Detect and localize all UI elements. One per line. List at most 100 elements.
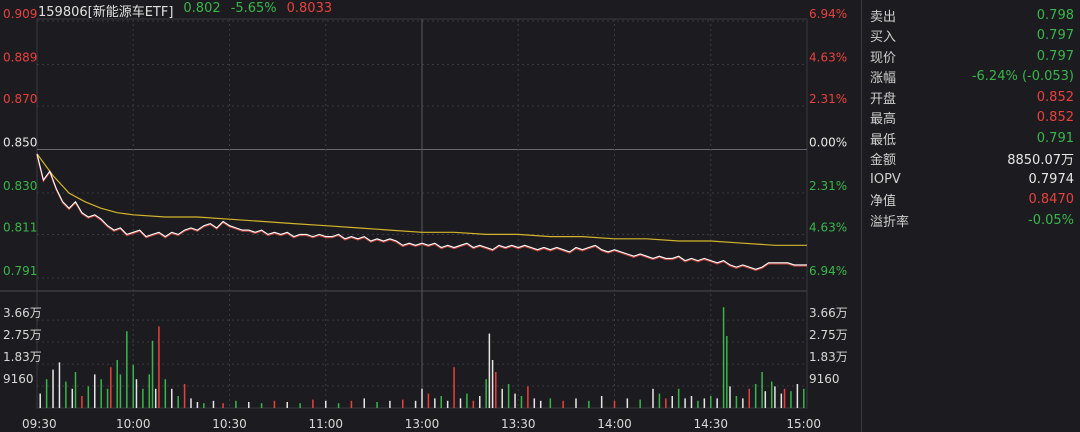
volume-bar	[286, 402, 288, 408]
chart-canvas[interactable]: 0.909 6.94% 0.889 4.63% 0.870 2.31% 0.850 0.00%…	[0, 0, 860, 432]
volume-bar	[459, 398, 462, 408]
time-tick-label: 09:30	[22, 417, 57, 431]
quote-row: 现价 0.797	[870, 46, 1074, 66]
volume-bar	[652, 388, 654, 408]
volume-bar	[154, 388, 157, 408]
intraday-chart[interactable]: 0.909 6.94% 0.889 4.63% 0.870 2.31% 0.850 0.00%…	[0, 0, 860, 432]
quote-label: IOPV	[870, 171, 901, 187]
volume-bar	[158, 326, 160, 408]
volume-bar	[600, 396, 603, 408]
quote-value: 0.791	[1036, 130, 1074, 146]
volume-bar	[58, 362, 61, 408]
quote-row: 最低 0.791	[870, 128, 1074, 148]
volume-bar	[697, 400, 699, 408]
volume-bar	[671, 396, 673, 408]
volume-tick-label-right: 2.75万	[809, 328, 848, 342]
volume-bar	[472, 400, 475, 408]
quote-value: 8850.07万	[1007, 153, 1074, 168]
pct-tick-label: 4.63%	[809, 51, 847, 65]
volume-bar	[735, 396, 738, 408]
time-tick-label: 10:30	[212, 417, 247, 431]
volume-bar	[45, 379, 48, 408]
quote-row: IOPV 0.7974	[870, 169, 1074, 189]
volume-bar	[222, 403, 224, 408]
volume-bar	[491, 360, 494, 408]
volume-bar	[81, 396, 83, 408]
quote-value: 0.8470	[1028, 192, 1075, 207]
volume-bar	[65, 381, 67, 408]
pct-tick-label: 2.31%	[809, 179, 847, 193]
volume-tick-label: 2.75万	[3, 328, 42, 342]
volume-bar	[135, 379, 138, 408]
volume-bar	[421, 388, 423, 408]
volume-bar	[588, 400, 590, 408]
quote-value: -6.24% (-0.053)	[971, 69, 1074, 84]
volume-bar	[796, 384, 799, 408]
volume-bar	[761, 372, 763, 408]
volume-bar	[389, 400, 391, 408]
price-tick-label: 0.909	[3, 7, 37, 21]
volume-bar	[507, 384, 510, 408]
volume-bar	[716, 398, 718, 408]
volume-bar	[148, 374, 151, 408]
volume-bar	[748, 388, 750, 408]
volume-bar	[434, 398, 436, 408]
quote-row: 溢折率 -0.05%	[870, 210, 1074, 230]
volume-tick-label-right: 9160	[809, 372, 840, 386]
time-tick-label: 11:00	[308, 417, 343, 431]
volume-bar	[562, 400, 564, 408]
volume-bar	[196, 402, 199, 408]
quote-row: 涨幅 -6.24% (-0.053)	[870, 67, 1074, 87]
volume-tick-label: 9160	[3, 372, 34, 386]
time-tick-label: 14:00	[597, 417, 632, 431]
volume-bar	[116, 360, 118, 408]
volume-bar	[533, 398, 536, 408]
volume-bar	[94, 374, 96, 408]
price-tick-label: 0.889	[3, 51, 37, 65]
volume-bar	[312, 399, 314, 408]
volume-bar	[710, 396, 712, 408]
volume-bar	[790, 391, 792, 408]
volume-bar	[726, 336, 728, 408]
volume-bar	[774, 386, 776, 408]
volume-bar	[260, 403, 263, 408]
header-price: 0.802	[183, 1, 221, 16]
volume-bar	[527, 386, 529, 408]
volume-bar	[613, 400, 616, 408]
price-tick-label: 0.791	[3, 264, 37, 278]
volume-tick-label-right: 3.66万	[809, 306, 848, 320]
quote-value: 0.797	[1036, 48, 1074, 64]
volume-bar	[780, 393, 783, 408]
volume-bar	[639, 399, 641, 408]
volume-bar	[39, 393, 41, 408]
quote-value: -0.05%	[1028, 212, 1074, 228]
volume-bar	[164, 379, 167, 408]
volume-bar	[729, 386, 731, 408]
quote-label: 最高	[870, 112, 897, 127]
quote-label: 开盘	[870, 91, 897, 107]
quote-row: 买入 0.797	[870, 26, 1074, 46]
volume-bar	[325, 400, 327, 408]
security-name: 159806[新能源车ETF]	[38, 5, 174, 20]
pct-tick-label: 2.31%	[809, 92, 847, 106]
pct-tick-label: 4.63%	[809, 220, 847, 234]
volume-bar	[575, 398, 577, 408]
volume-bar	[677, 388, 680, 408]
quote-label: 现价	[870, 50, 897, 66]
volume-bar	[71, 388, 74, 408]
volume-bar	[742, 398, 744, 408]
volume-bar	[549, 398, 552, 408]
time-tick-label: 13:30	[501, 417, 536, 431]
quote-label: 涨幅	[870, 71, 897, 86]
volume-bar	[203, 403, 205, 408]
volume-bar	[337, 403, 340, 408]
price-tick-label: 0.811	[3, 220, 37, 234]
chart-header: 159806[新能源车ETF] 0.802 -5.65% 0.8033	[38, 1, 332, 20]
quote-row: 金额 8850.07万	[870, 149, 1074, 169]
quote-label: 买入	[870, 30, 897, 45]
volume-bar	[514, 393, 516, 408]
volume-tick-label: 1.83万	[3, 350, 42, 364]
quote-label: 卖出	[870, 9, 897, 25]
volume-bar	[665, 398, 667, 408]
volume-bar	[658, 393, 661, 408]
